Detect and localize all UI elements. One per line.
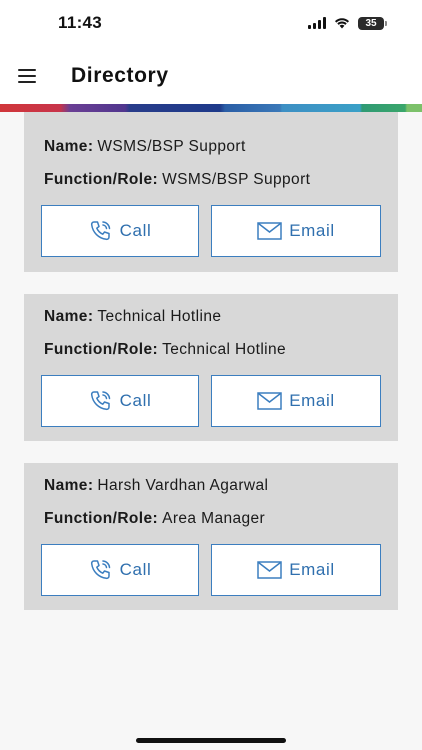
brand-color-strip	[0, 104, 422, 112]
contact-card: Name: Technical Hotline Function/Role: Tec…	[24, 294, 398, 441]
role-row: Function/Role: Technical Hotline	[44, 341, 286, 359]
role-label: Function/Role:	[44, 510, 159, 527]
name-label: Name:	[44, 308, 94, 325]
contact-role: Area Manager	[162, 510, 266, 527]
envelope-icon	[257, 392, 282, 410]
email-button[interactable]: Email	[211, 375, 381, 427]
contact-name: WSMS/BSP Support	[97, 138, 246, 155]
phone-icon	[90, 391, 110, 411]
email-button[interactable]: Email	[211, 205, 381, 257]
call-button[interactable]: Call	[41, 205, 199, 257]
contact-name: Technical Hotline	[97, 308, 222, 325]
contact-role: WSMS/BSP Support	[162, 171, 311, 188]
email-label: Email	[289, 560, 335, 579]
name-label: Name:	[44, 138, 94, 155]
wifi-icon	[335, 18, 349, 29]
status-bar: 11:43 35	[0, 0, 422, 46]
call-label: Call	[119, 391, 152, 410]
contact-name: Harsh Vardhan Agarwal	[97, 477, 269, 494]
contact-card: Name: Harsh Vardhan Agarwal Function/Role…	[24, 463, 398, 610]
contact-card: Name: WSMS/BSP Support Function/Role: WSMS…	[24, 112, 398, 272]
call-button[interactable]: Call	[41, 544, 199, 596]
page-title: Directory	[71, 64, 169, 87]
phone-icon	[90, 221, 110, 241]
battery-icon: 35	[358, 16, 387, 30]
hamburger-menu-icon[interactable]	[18, 69, 38, 83]
phone-icon	[90, 560, 110, 580]
email-button[interactable]: Email	[211, 544, 381, 596]
call-button[interactable]: Call	[41, 375, 199, 427]
name-row: Name: Harsh Vardhan Agarwal	[44, 477, 268, 495]
role-label: Function/Role:	[44, 171, 159, 188]
email-label: Email	[289, 221, 335, 240]
envelope-icon	[257, 561, 282, 579]
status-icons: 35	[308, 15, 387, 31]
role-row: Function/Role: Area Manager	[44, 510, 265, 528]
call-label: Call	[119, 560, 152, 579]
contact-role: Technical Hotline	[162, 341, 287, 358]
role-label: Function/Role:	[44, 341, 159, 358]
role-row: Function/Role: WSMS/BSP Support	[44, 171, 310, 189]
contact-list: Name: WSMS/BSP Support Function/Role: WSMS…	[24, 112, 398, 632]
cellular-signal-icon	[308, 17, 326, 29]
name-row: Name: Technical Hotline	[44, 308, 221, 326]
home-indicator[interactable]	[136, 738, 286, 743]
email-label: Email	[289, 391, 335, 410]
name-row: Name: WSMS/BSP Support	[44, 138, 246, 156]
app-header: Directory	[0, 46, 422, 104]
status-time: 11:43	[58, 13, 103, 32]
call-label: Call	[119, 221, 152, 240]
envelope-icon	[257, 222, 282, 240]
name-label: Name:	[44, 477, 94, 494]
